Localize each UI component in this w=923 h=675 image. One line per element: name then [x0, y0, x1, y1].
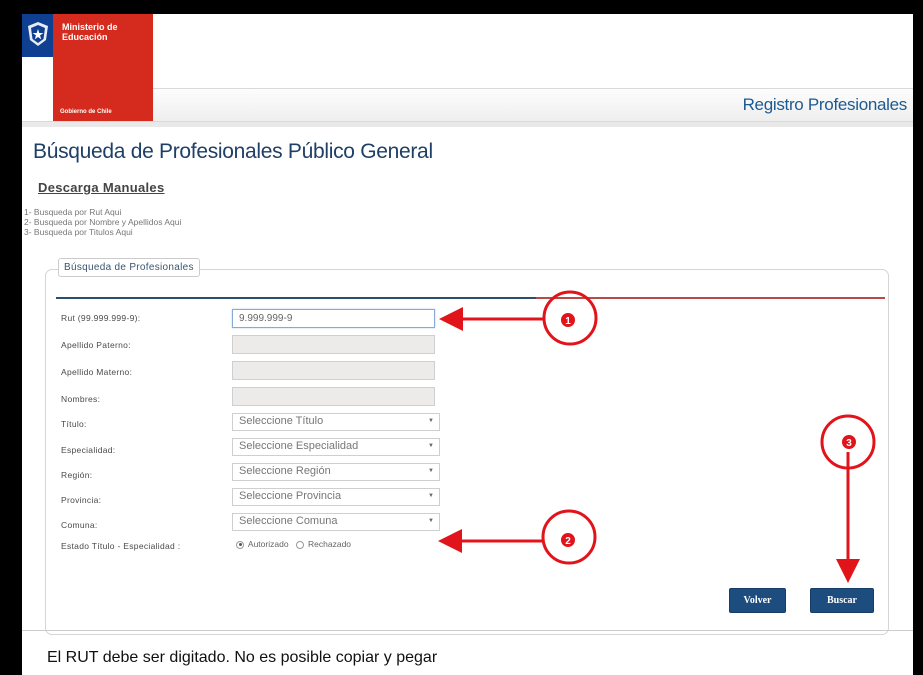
- radio-autorizado-label: Autorizado: [247, 539, 289, 549]
- titulo-label: Título:: [61, 419, 87, 429]
- footer-note: El RUT debe ser digitado. No es posible …: [47, 649, 438, 666]
- logo-white-band: [22, 57, 53, 121]
- ministry-logo[interactable]: Ministerio de Educación Gobierno de Chil…: [22, 14, 153, 121]
- region-select[interactable]: Seleccione Región ▼: [232, 463, 440, 481]
- chevron-down-icon: ▼: [428, 443, 434, 449]
- radio-autorizado[interactable]: [236, 540, 244, 549]
- search-fieldset: [45, 269, 889, 635]
- header-bottom-strip: [22, 121, 913, 127]
- apellido-materno-input[interactable]: [232, 361, 435, 380]
- provincia-select[interactable]: Seleccione Provincia ▼: [232, 488, 440, 506]
- chevron-down-icon: ▼: [428, 493, 434, 499]
- titulo-select[interactable]: Seleccione Título ▼: [232, 413, 440, 431]
- page-frame: Ministerio de Educación Gobierno de Chil…: [22, 14, 913, 675]
- apellido-paterno-label: Apellido Paterno:: [61, 340, 131, 350]
- divider-red: [536, 297, 885, 299]
- comuna-label: Comuna:: [61, 520, 98, 530]
- chevron-down-icon: ▼: [428, 518, 434, 524]
- apellido-paterno-input[interactable]: [232, 335, 435, 354]
- divider-blue: [56, 297, 536, 299]
- site-title: Registro Profesionales: [742, 95, 908, 114]
- chevron-down-icon: ▼: [428, 468, 434, 474]
- titulo-selected: Seleccione Título: [239, 415, 324, 427]
- especialidad-selected: Seleccione Especialidad: [239, 440, 359, 452]
- page-title: Búsqueda de Profesionales Público Genera…: [33, 140, 433, 163]
- region-label: Región:: [61, 470, 93, 480]
- apellido-materno-label: Apellido Materno:: [61, 367, 133, 377]
- download-manuals-link[interactable]: Descarga Manuales: [38, 180, 165, 195]
- buscar-button[interactable]: Buscar: [810, 588, 874, 613]
- estado-label: Estado Título - Especialidad :: [61, 541, 181, 551]
- nombres-input[interactable]: [232, 387, 435, 406]
- especialidad-select[interactable]: Seleccione Especialidad ▼: [232, 438, 440, 456]
- comuna-select[interactable]: Seleccione Comuna ▼: [232, 513, 440, 531]
- coat-of-arms-icon: [28, 22, 48, 46]
- rut-input[interactable]: [232, 309, 435, 328]
- rut-label: Rut (99.999.999-9):: [61, 313, 141, 323]
- search-by-name-link[interactable]: 2- Busqueda por Nombre y Apellidos Aqui: [24, 217, 181, 227]
- footer-divider: [22, 630, 913, 631]
- search-by-rut-link[interactable]: 1- Busqueda por Rut Aqui: [24, 207, 121, 217]
- radio-rechazado-label: Rechazado: [308, 539, 352, 549]
- estado-radio-group: Autorizado Rechazado: [236, 539, 351, 549]
- fieldset-legend: Búsqueda de Profesionales: [58, 258, 200, 277]
- radio-rechazado[interactable]: [295, 540, 304, 549]
- especialidad-label: Especialidad:: [61, 445, 116, 455]
- region-selected: Seleccione Región: [239, 465, 331, 477]
- ministry-name: Ministerio de Educación: [62, 22, 118, 42]
- chevron-down-icon: ▼: [428, 418, 434, 424]
- volver-button[interactable]: Volver: [729, 588, 786, 613]
- search-by-title-link[interactable]: 3- Busqueda por Titulos Aqui: [24, 227, 133, 237]
- government-name: Gobierno de Chile: [60, 109, 112, 115]
- provincia-selected: Seleccione Provincia: [239, 490, 342, 502]
- comuna-selected: Seleccione Comuna: [239, 515, 338, 527]
- provincia-label: Provincia:: [61, 495, 102, 505]
- nombres-label: Nombres:: [61, 394, 101, 404]
